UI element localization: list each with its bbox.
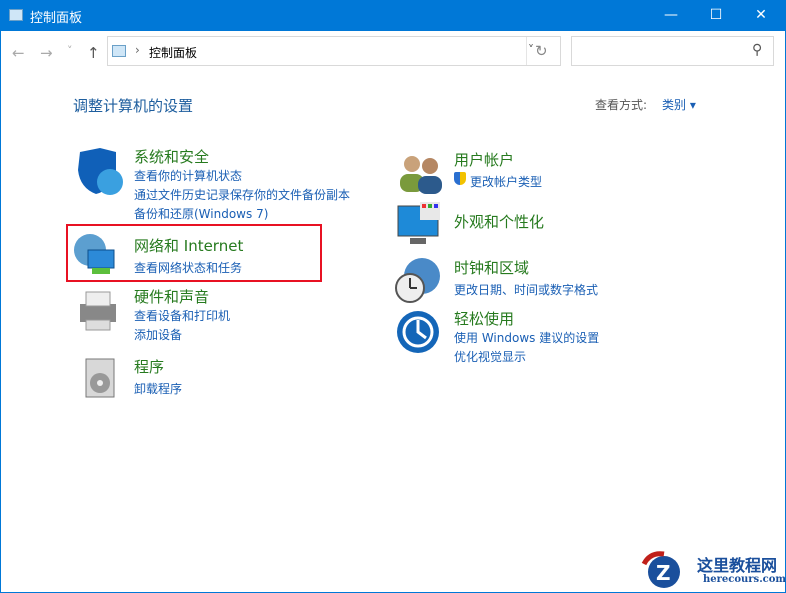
- watermark-name: 这里教程网: [697, 556, 778, 575]
- programs-icon: [78, 355, 126, 403]
- recent-locations-button[interactable]: ˅: [67, 44, 73, 57]
- category-ease-of-access[interactable]: 轻松使用: [454, 308, 514, 329]
- link-add-device[interactable]: 添加设备: [134, 326, 182, 343]
- page-title: 调整计算机的设置: [73, 97, 194, 115]
- search-icon[interactable]: ⚲: [752, 42, 762, 58]
- printer-icon: [74, 288, 122, 336]
- back-button[interactable]: ←: [12, 44, 25, 62]
- link-network-status[interactable]: 查看网络状态和任务: [134, 259, 242, 276]
- link-devices-printers[interactable]: 查看设备和打印机: [134, 307, 230, 324]
- link-change-date-time-format[interactable]: 更改日期、时间或数字格式: [454, 281, 598, 298]
- category-network-internet[interactable]: 网络和 Internet: [134, 235, 243, 256]
- link-optimize-visual-display[interactable]: 优化视觉显示: [454, 348, 526, 365]
- shield-icon: [76, 148, 124, 196]
- ease-of-access-icon: [396, 310, 444, 358]
- search-box[interactable]: ⚲: [571, 36, 774, 66]
- address-bar[interactable]: › 控制面板 ˅ ↻: [107, 36, 561, 66]
- user-accounts-icon: [396, 150, 444, 198]
- category-user-accounts[interactable]: 用户帐户: [454, 149, 514, 170]
- control-panel-icon: [112, 45, 126, 57]
- link-file-history[interactable]: 通过文件历史记录保存你的文件备份副本: [134, 186, 350, 203]
- link-view-computer-status[interactable]: 查看你的计算机状态: [134, 167, 242, 184]
- category-programs[interactable]: 程序: [134, 356, 164, 377]
- control-panel-icon: [9, 9, 23, 21]
- watermark-url: herecours.com: [703, 574, 786, 585]
- view-by-dropdown[interactable]: 类别 ▾: [662, 96, 696, 113]
- minimize-button[interactable]: —: [648, 0, 694, 31]
- clock-region-icon: [394, 256, 442, 304]
- category-hardware-sound[interactable]: 硬件和声音: [134, 286, 209, 307]
- maximize-button[interactable]: ☐: [693, 0, 739, 31]
- up-button[interactable]: ↑: [87, 44, 100, 62]
- link-recommended-settings[interactable]: 使用 Windows 建议的设置: [454, 329, 599, 346]
- link-change-account-type[interactable]: 更改帐户类型: [470, 173, 542, 190]
- link-uninstall-program[interactable]: 卸载程序: [134, 380, 182, 397]
- network-icon: [72, 232, 120, 280]
- category-system-security[interactable]: 系统和安全: [134, 146, 209, 167]
- divider: [526, 37, 527, 65]
- breadcrumb-control-panel[interactable]: 控制面板: [149, 44, 197, 61]
- personalization-icon: [396, 200, 444, 248]
- title-bar: 控制面板 — ☐ ✕: [0, 0, 786, 31]
- search-input[interactable]: [574, 39, 744, 63]
- window-title: 控制面板: [30, 11, 83, 26]
- close-button[interactable]: ✕: [738, 0, 784, 31]
- category-appearance-personalization[interactable]: 外观和个性化: [454, 211, 544, 232]
- view-by-label: 查看方式:: [595, 98, 648, 112]
- breadcrumb-separator: ›: [135, 43, 140, 57]
- uac-shield-icon: [454, 172, 466, 185]
- svg-text:Z: Z: [656, 561, 671, 585]
- watermark-logo: Z: [640, 550, 685, 590]
- address-dropdown-button[interactable]: ˅: [528, 43, 534, 57]
- refresh-button[interactable]: ↻: [535, 42, 548, 60]
- category-clock-region[interactable]: 时钟和区域: [454, 257, 529, 278]
- link-backup-restore[interactable]: 备份和还原(Windows 7): [134, 205, 268, 222]
- forward-button[interactable]: →: [40, 44, 53, 62]
